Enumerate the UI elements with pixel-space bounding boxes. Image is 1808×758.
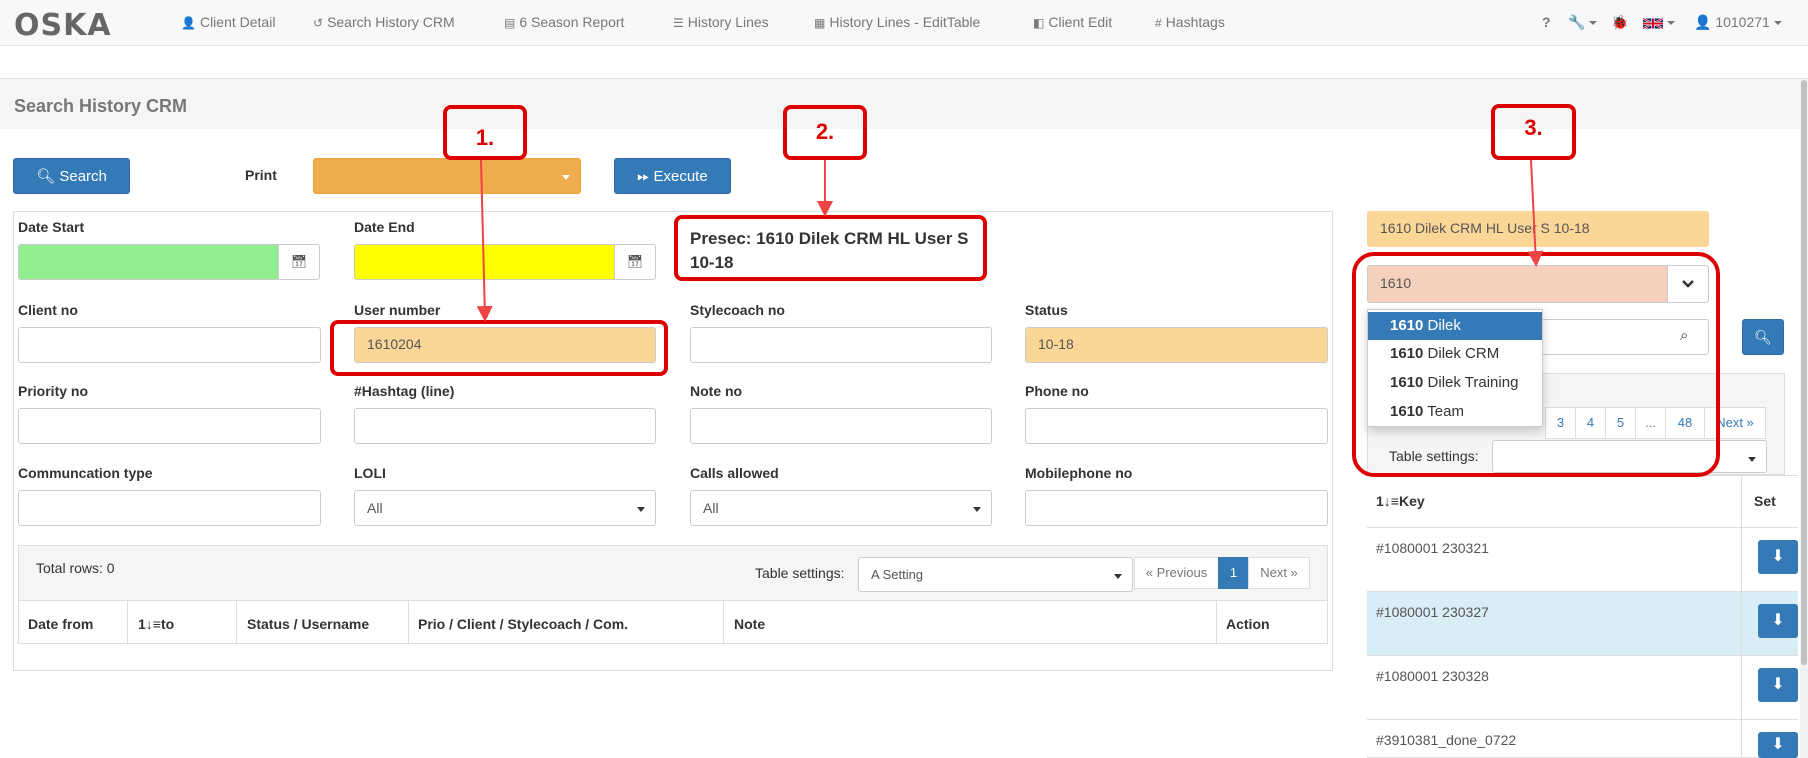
communication-type-input[interactable] <box>18 490 321 526</box>
fast-forward-icon: ⏩︎ <box>637 168 650 185</box>
nav-hashtags[interactable]: # Hashtags <box>1155 14 1225 30</box>
calendar-icon[interactable]: 📅︎ <box>278 244 320 280</box>
print-select[interactable] <box>313 158 581 194</box>
key-search-button[interactable]: 🔍︎ <box>1742 319 1784 355</box>
annotation-highlight-presec <box>674 215 987 281</box>
mobilephone-no-input[interactable] <box>1025 490 1328 526</box>
key-row[interactable]: #1080001 230328 ⬇ <box>1367 656 1798 720</box>
help-button[interactable]: ? <box>1542 14 1551 30</box>
col-key[interactable]: 1↓≡Key <box>1376 493 1425 509</box>
stylecoach-no-input[interactable] <box>690 327 992 363</box>
annotation-label-2: 2. <box>815 119 835 144</box>
table-settings-select[interactable]: A Setting <box>858 557 1133 592</box>
history-icon: ↺ <box>313 16 324 30</box>
table-icon: ▦ <box>814 16 826 30</box>
search-icon: 🔍︎ <box>1754 329 1772 345</box>
col-set: Set <box>1754 493 1776 509</box>
nav-history-lines[interactable]: ☰ History Lines <box>673 14 769 30</box>
execute-button[interactable]: ⏩︎ Execute <box>614 158 731 194</box>
col-prio-client[interactable]: Prio / Client / Stylecoach / Com. <box>418 616 628 632</box>
brand-logo[interactable]: OSKA <box>14 8 112 43</box>
bug-icon[interactable]: 🐞 <box>1611 14 1628 31</box>
tools-menu[interactable]: 🔧 <box>1568 14 1598 31</box>
pager-page-1[interactable]: 1 <box>1218 557 1249 589</box>
calls-allowed-select[interactable]: All <box>690 490 992 526</box>
hashtag-line-input[interactable] <box>354 408 656 444</box>
loli-select[interactable]: All <box>354 490 656 526</box>
pager-next[interactable]: Next » <box>1248 557 1310 589</box>
download-icon: ⬇ <box>1771 736 1785 753</box>
total-rows: Total rows: 0 <box>36 560 115 576</box>
list-icon: ☰ <box>673 16 684 30</box>
col-date-from[interactable]: Date from <box>28 616 93 632</box>
download-icon: ⬇ <box>1771 548 1785 565</box>
date-end-input[interactable] <box>354 244 616 280</box>
phone-no-input[interactable] <box>1025 408 1328 444</box>
user-icon: 👤 <box>1694 14 1712 30</box>
user-icon: 👤 <box>181 16 196 30</box>
hash-icon: # <box>1155 16 1162 30</box>
col-action[interactable]: Action <box>1226 616 1270 632</box>
language-menu[interactable] <box>1642 14 1675 30</box>
nav-6-season-report[interactable]: ▤ 6 Season Report <box>504 14 624 30</box>
download-button[interactable]: ⬇ <box>1758 732 1798 758</box>
key-row[interactable]: #1080001 230327 ⬇ <box>1367 592 1798 656</box>
col-status-username[interactable]: Status / Username <box>247 616 369 632</box>
col-date-to[interactable]: 1↓≡to <box>138 616 174 632</box>
annotation-label-1: 1. <box>475 125 495 150</box>
scrollbar-thumb[interactable] <box>1801 80 1807 665</box>
key-row[interactable]: #1080001 230321 ⬇ <box>1367 528 1798 592</box>
download-button[interactable]: ⬇ <box>1758 540 1798 574</box>
nav-client-edit[interactable]: ◧ Client Edit <box>1033 14 1112 30</box>
key-table-header: 1↓≡Key Set <box>1367 475 1798 529</box>
pager-previous[interactable]: « Previous <box>1134 557 1219 589</box>
download-button[interactable]: ⬇ <box>1758 604 1798 638</box>
nav-client-detail[interactable]: 👤 Client Detail <box>181 14 275 30</box>
key-row[interactable]: #3910381_done_0722 ⬇ <box>1367 720 1798 758</box>
date-start-input[interactable] <box>18 244 280 280</box>
wrench-icon: 🔧 <box>1568 14 1586 30</box>
report-icon: ▤ <box>504 16 516 30</box>
uk-flag-icon <box>1642 17 1664 30</box>
page-title: Search History CRM <box>14 96 188 116</box>
top-navbar: OSKA 👤 Client Detail ↺ Search History CRM … <box>0 0 1808 46</box>
print-label: Print <box>245 167 277 183</box>
status-input[interactable]: 10-18 <box>1025 327 1328 363</box>
col-note[interactable]: Note <box>734 616 765 632</box>
calendar-icon[interactable]: 📅︎ <box>614 244 656 280</box>
client-no-input[interactable] <box>18 327 321 363</box>
nav-search-history-crm[interactable]: ↺ Search History CRM <box>313 14 455 30</box>
download-button[interactable]: ⬇ <box>1758 668 1798 702</box>
annotation-highlight-user-number <box>330 320 668 376</box>
priority-no-input[interactable] <box>18 408 321 444</box>
annotation-highlight-preset <box>1352 252 1720 477</box>
edit-icon: ◧ <box>1033 16 1045 30</box>
download-icon: ⬇ <box>1771 612 1785 629</box>
user-menu[interactable]: 👤 1010271 <box>1694 14 1782 31</box>
nav-history-lines-edittable[interactable]: ▦ History Lines - EditTable <box>814 14 980 30</box>
note-no-input[interactable] <box>690 408 992 444</box>
search-icon: 🔍︎ <box>36 168 56 185</box>
annotation-label-3: 3. <box>1524 115 1543 140</box>
download-icon: ⬇ <box>1771 676 1785 693</box>
search-button[interactable]: 🔍︎ Search <box>13 158 130 194</box>
preset-name-input[interactable]: 1610 Dilek CRM HL User S 10-18 <box>1367 211 1709 247</box>
